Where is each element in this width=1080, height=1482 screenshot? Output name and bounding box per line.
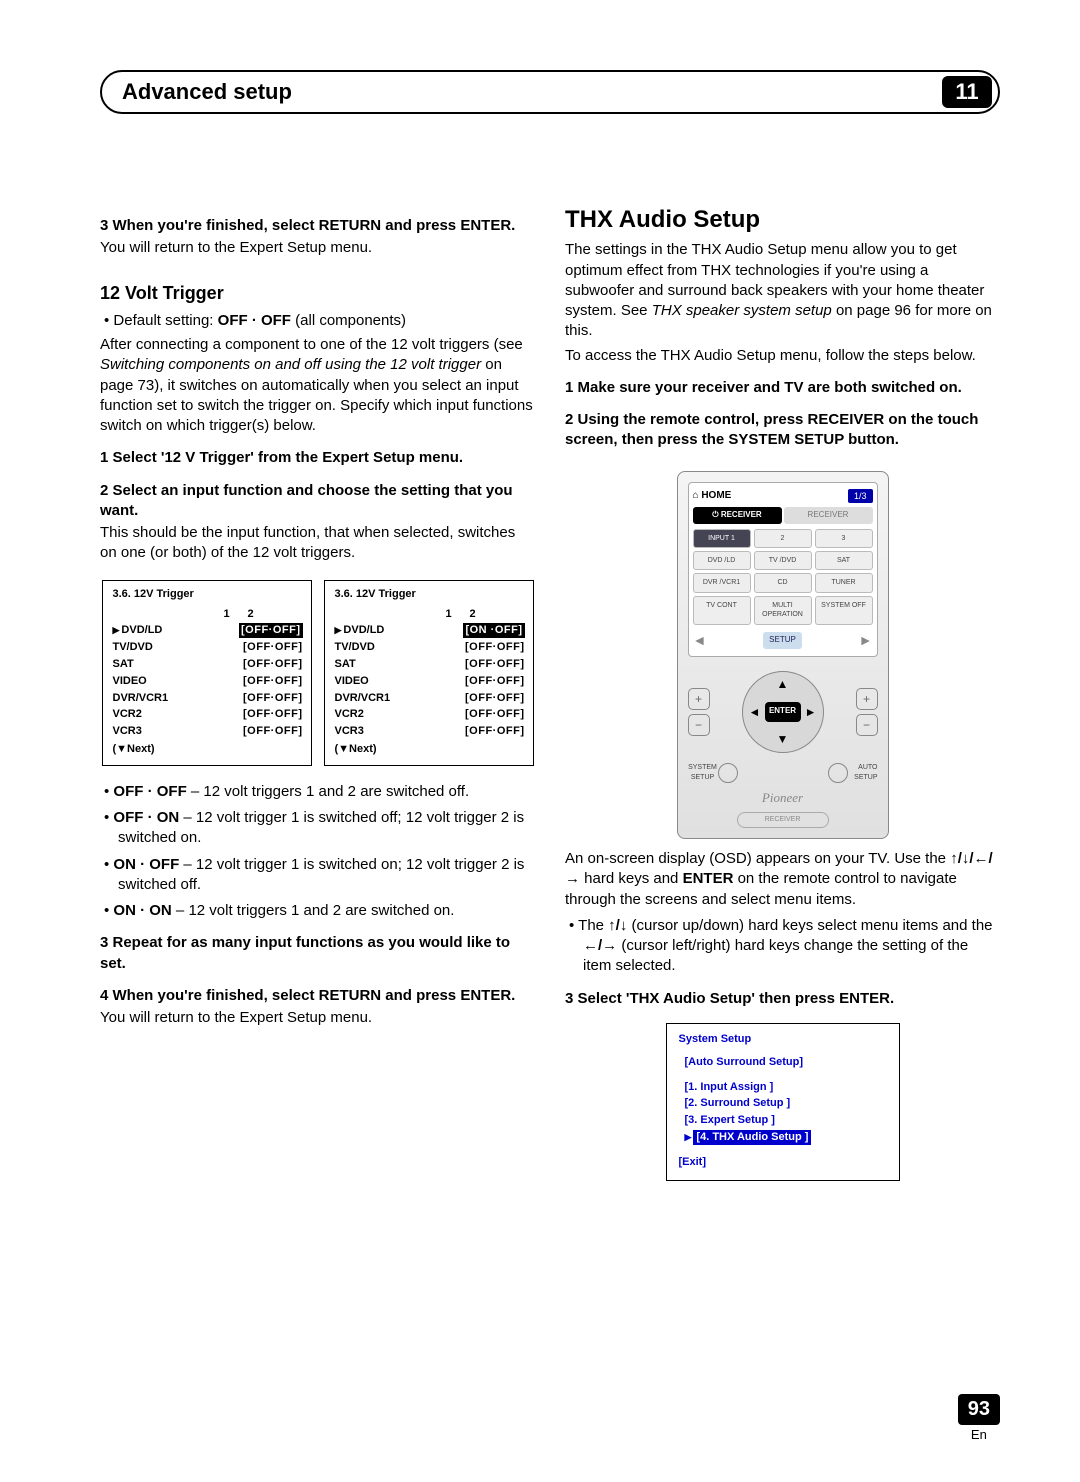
step2-body: This should be the input function, that … — [100, 523, 535, 564]
screen-prev-icon: ◄ — [693, 631, 707, 650]
receiver-pill: RECEIVER — [737, 812, 829, 828]
btn-tvdvd: TV /DVD — [754, 551, 812, 570]
osd-screen-left: 3.6. 12V Trigger 12 DVD/LD[OFF·OFF] TV/D… — [102, 580, 312, 766]
ss-4: [4. THX Audio Setup ] — [693, 1130, 811, 1145]
step4: 4 When you're finished, select RETURN an… — [100, 986, 535, 1006]
btn-input3: 3 — [815, 529, 873, 548]
default-setting: Default setting: OFF · OFF (all componen… — [100, 311, 535, 331]
btn-tuner: TUNER — [815, 573, 873, 592]
page-number-value: 93 — [958, 1394, 1000, 1425]
btn-setup: SETUP — [763, 632, 802, 649]
thx-title: THX Audio Setup — [565, 204, 1000, 236]
system-setup-osd: System Setup [Auto Surround Setup] [1. I… — [666, 1023, 900, 1181]
step1: 1 Select '12 V Trigger' from the Expert … — [100, 448, 535, 468]
ss-4-row: [4. THX Audio Setup ] — [685, 1130, 889, 1145]
system-setup-label: SYSTEM SETUP — [688, 763, 718, 782]
step3: 3 Repeat for as many input functions as … — [100, 933, 535, 974]
page-indicator: 1/3 — [848, 489, 873, 503]
ss-1: [1. Input Assign ] — [685, 1080, 889, 1095]
ss-title: System Setup — [679, 1032, 889, 1047]
d-pad: ▲ ▼ ◄ ► ENTER — [742, 671, 824, 753]
plus-left-icon: + — [688, 688, 710, 710]
bullet-on-off: ON · OFF – 12 volt trigger 1 is switched… — [100, 855, 535, 896]
brand-logo: Pioneer — [688, 789, 878, 807]
dpad-down-icon: ▼ — [777, 731, 789, 747]
chapter-title: Advanced setup — [122, 79, 942, 105]
osd-screens: 3.6. 12V Trigger 12 DVD/LD[OFF·OFF] TV/D… — [100, 580, 535, 766]
section-12v-trigger: 12 Volt Trigger — [100, 281, 535, 305]
thx-access: To access the THX Audio Setup menu, foll… — [565, 346, 1000, 366]
intro-paragraph: After connecting a component to one of t… — [100, 335, 535, 436]
tab-receiver-active: ⏻ RECEIVER — [693, 507, 782, 524]
round-button-left — [718, 763, 738, 783]
screen-next-icon: ► — [859, 631, 873, 650]
left-column: 3 When you're finished, select RETURN an… — [100, 204, 535, 1181]
dpad-up-icon: ▲ — [777, 676, 789, 692]
page-language: En — [958, 1427, 1000, 1442]
page-number: 93 En — [958, 1394, 1000, 1442]
minus-left-icon: − — [688, 714, 710, 736]
left-prior-step3: 3 When you're finished, select RETURN an… — [100, 216, 535, 236]
btn-cd: CD — [754, 573, 812, 592]
ss-2: [2. Surround Setup ] — [685, 1096, 889, 1111]
remote-touchscreen: HOME 1/3 ⏻ RECEIVER RECEIVER INPUT 1 2 3… — [688, 482, 878, 657]
dpad-right-icon: ► — [805, 704, 817, 720]
ss-exit: [Exit] — [679, 1155, 889, 1170]
thx-intro: The settings in the THX Audio Setup menu… — [565, 240, 1000, 341]
step2: 2 Select an input function and choose th… — [100, 481, 535, 522]
osd-paragraph: An on-screen display (OSD) appears on yo… — [565, 849, 1000, 910]
auto-setup-label: AUTO SETUP — [848, 763, 878, 782]
dpad-left-icon: ◄ — [749, 704, 761, 720]
ss-auto: [Auto Surround Setup] — [685, 1055, 889, 1070]
thx-step3: 3 Select 'THX Audio Setup' then press EN… — [565, 989, 1000, 1009]
step4-body: You will return to the Expert Setup menu… — [100, 1008, 535, 1028]
thx-step2: 2 Using the remote control, press RECEIV… — [565, 410, 1000, 451]
chapter-header: Advanced setup 11 — [100, 70, 1000, 114]
enter-button: ENTER — [765, 702, 801, 722]
left-prior-step3-body: You will return to the Expert Setup menu… — [100, 238, 535, 258]
bullet-on-on: ON · ON – 12 volt triggers 1 and 2 are s… — [100, 901, 535, 921]
bullet-off-on: OFF · ON – 12 volt trigger 1 is switched… — [100, 808, 535, 849]
remote-illustration: HOME 1/3 ⏻ RECEIVER RECEIVER INPUT 1 2 3… — [677, 471, 889, 840]
btn-sat: SAT — [815, 551, 873, 570]
btn-dvrvcr1: DVR /VCR1 — [693, 573, 751, 592]
btn-input1: INPUT 1 — [693, 529, 751, 548]
minus-right-icon: − — [856, 714, 878, 736]
bullet-off-off: OFF · OFF – 12 volt triggers 1 and 2 are… — [100, 782, 535, 802]
chapter-number: 11 — [942, 76, 992, 108]
home-label: HOME — [693, 489, 732, 503]
osd-screen-right: 3.6. 12V Trigger 12 DVD/LD[ON ·OFF] TV/D… — [324, 580, 534, 766]
thx-step1: 1 Make sure your receiver and TV are bot… — [565, 378, 1000, 398]
btn-input2: 2 — [754, 529, 812, 548]
btn-sysoff: SYSTEM OFF — [815, 596, 873, 625]
plus-right-icon: + — [856, 688, 878, 710]
tab-receiver-inactive: RECEIVER — [784, 507, 873, 524]
cursor-bullet: The ↑/↓ (cursor up/down) hard keys selec… — [565, 916, 1000, 977]
ss-3: [3. Expert Setup ] — [685, 1113, 889, 1128]
btn-dvdld: DVD /LD — [693, 551, 751, 570]
btn-multiop: MULTI OPERATION — [754, 596, 812, 625]
right-column: THX Audio Setup The settings in the THX … — [565, 204, 1000, 1181]
round-button-right — [828, 763, 848, 783]
btn-tvcont: TV CONT — [693, 596, 751, 625]
